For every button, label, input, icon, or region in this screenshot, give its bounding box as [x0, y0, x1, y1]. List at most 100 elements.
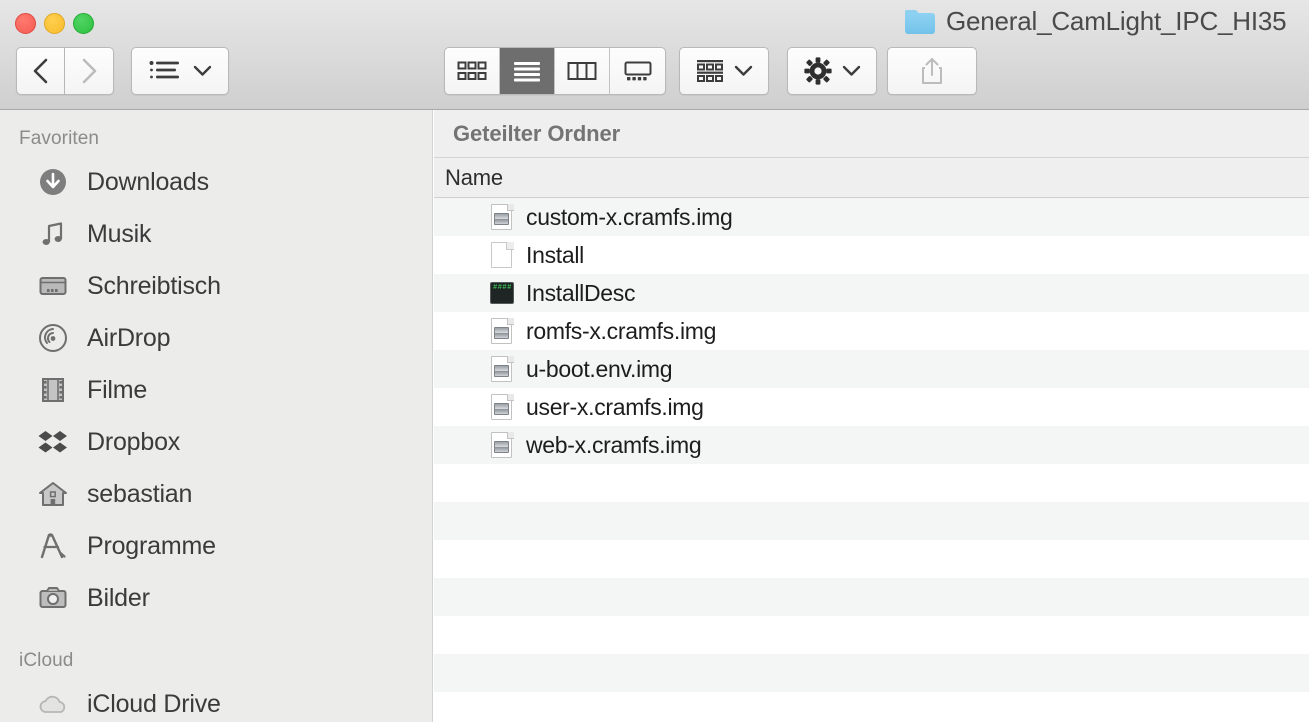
minimize-button[interactable]	[44, 13, 65, 34]
sidebar-item-label: Bilder	[87, 583, 150, 612]
columns-icon	[567, 62, 597, 80]
table-row[interactable]: u-boot.env.img	[434, 350, 1309, 388]
group-by-button[interactable]	[679, 47, 769, 95]
sidebar-item-downloads[interactable]: Downloads	[0, 156, 432, 208]
movies-icon	[36, 373, 70, 407]
icloud-drive-icon	[36, 687, 70, 721]
grid-icon	[457, 61, 487, 80]
table-row[interactable]: #### InstallDesc	[434, 274, 1309, 312]
applications-icon	[36, 529, 70, 563]
sidebar-item-label: Schreibtisch	[87, 271, 221, 300]
empty-row[interactable]	[434, 692, 1309, 722]
icon-view-button[interactable]	[445, 48, 500, 94]
empty-row[interactable]	[434, 654, 1309, 692]
music-icon	[36, 217, 70, 251]
gallery-view-button[interactable]	[610, 48, 665, 94]
toolbar: General_CamLight_IPC_HI35	[0, 0, 1309, 110]
sidebar-item-airdrop[interactable]: AirDrop	[0, 312, 432, 364]
traffic-lights	[15, 13, 94, 34]
file-name: web-x.cramfs.img	[526, 431, 702, 458]
empty-row[interactable]	[434, 578, 1309, 616]
table-row[interactable]: web-x.cramfs.img	[434, 426, 1309, 464]
sidebar-item-icloud-drive[interactable]: iCloud Drive	[0, 678, 432, 722]
action-button[interactable]	[787, 47, 877, 95]
table-row[interactable]: romfs-x.cramfs.img	[434, 312, 1309, 350]
sidebar-item-musik[interactable]: Musik	[0, 208, 432, 260]
gallery-icon	[624, 61, 651, 81]
chevron-left-icon	[33, 58, 48, 84]
chevron-down-icon	[842, 65, 860, 76]
sidebar-item-label: iCloud Drive	[87, 689, 221, 718]
list-view-button[interactable]	[500, 48, 555, 94]
view-mode-segmented-control	[444, 47, 666, 95]
sidebar-item-label: AirDrop	[87, 323, 171, 352]
sidebar-item-label: Dropbox	[87, 427, 181, 456]
terminal-script-icon: ####	[489, 279, 515, 307]
table-row[interactable]: Install	[434, 236, 1309, 274]
disk-image-icon	[489, 203, 515, 231]
disk-image-icon	[489, 355, 515, 383]
list-icon	[514, 62, 540, 82]
home-icon	[36, 477, 70, 511]
empty-row[interactable]	[434, 464, 1309, 502]
disk-image-icon	[489, 393, 515, 421]
sidebar[interactable]: Favoriten Downloads Musik Schreibtisch A…	[0, 110, 433, 722]
column-header-row: Name	[434, 158, 1309, 198]
file-name: user-x.cramfs.img	[526, 393, 704, 420]
chevron-down-icon	[193, 65, 211, 76]
column-header-name[interactable]: Name	[445, 165, 503, 191]
disk-image-icon	[489, 317, 515, 345]
sidebar-section-favoriten: Favoriten	[19, 128, 100, 149]
arrange-items-button[interactable]	[131, 47, 229, 95]
gear-icon	[803, 57, 832, 85]
shared-folder-header: Geteilter Ordner	[434, 110, 1309, 158]
group-items-icon	[696, 60, 723, 82]
sidebar-item-label: Filme	[87, 375, 148, 404]
sidebar-item-label: Downloads	[87, 167, 209, 196]
zoom-button[interactable]	[73, 13, 94, 34]
file-name: custom-x.cramfs.img	[526, 203, 733, 230]
share-icon	[922, 58, 942, 84]
sidebar-item-label: sebastian	[87, 479, 193, 508]
path-label: Geteilter Ordner	[453, 120, 621, 146]
sidebar-section-icloud: iCloud	[19, 650, 74, 671]
chevron-right-icon	[82, 58, 96, 84]
sidebar-item-label: Musik	[87, 219, 152, 248]
sidebar-item-programme[interactable]: Programme	[0, 520, 432, 572]
empty-row[interactable]	[434, 540, 1309, 578]
file-name: InstallDesc	[526, 279, 636, 306]
empty-row[interactable]	[434, 616, 1309, 654]
finder-window: General_CamLight_IPC_HI35 Favoriten Down…	[0, 0, 1309, 722]
file-name: romfs-x.cramfs.img	[526, 317, 717, 344]
sidebar-item-dropbox[interactable]: Dropbox	[0, 416, 432, 468]
list-lines-icon	[149, 61, 179, 79]
airdrop-icon	[36, 321, 70, 355]
chevron-down-icon	[734, 65, 752, 76]
sidebar-item-filme[interactable]: Filme	[0, 364, 432, 416]
desktop-icon	[36, 269, 70, 303]
window-title-bar: General_CamLight_IPC_HI35	[905, 6, 1287, 37]
sidebar-item-schreibtisch[interactable]: Schreibtisch	[0, 260, 432, 312]
navigation-buttons	[16, 47, 114, 95]
dropbox-icon	[36, 425, 70, 459]
column-view-button[interactable]	[555, 48, 610, 94]
close-button[interactable]	[15, 13, 36, 34]
file-rows: custom-x.cramfs.img Install #### Install…	[434, 198, 1309, 722]
document-icon	[489, 241, 515, 269]
page-title: General_CamLight_IPC_HI35	[946, 6, 1287, 36]
sidebar-item-bilder[interactable]: Bilder	[0, 572, 432, 624]
disk-image-icon	[489, 431, 515, 459]
folder-icon	[905, 9, 935, 34]
file-list-pane: Geteilter Ordner Name custom-x.cramfs.im…	[434, 110, 1309, 722]
file-name: Install	[526, 241, 584, 268]
back-button[interactable]	[16, 47, 65, 95]
table-row[interactable]: custom-x.cramfs.img	[434, 198, 1309, 236]
table-row[interactable]: user-x.cramfs.img	[434, 388, 1309, 426]
sidebar-item-sebastian[interactable]: sebastian	[0, 468, 432, 520]
forward-button[interactable]	[65, 47, 114, 95]
share-button[interactable]	[887, 47, 977, 95]
downloads-icon	[36, 165, 70, 199]
empty-row[interactable]	[434, 502, 1309, 540]
file-name: u-boot.env.img	[526, 355, 673, 382]
pictures-icon	[36, 581, 70, 615]
